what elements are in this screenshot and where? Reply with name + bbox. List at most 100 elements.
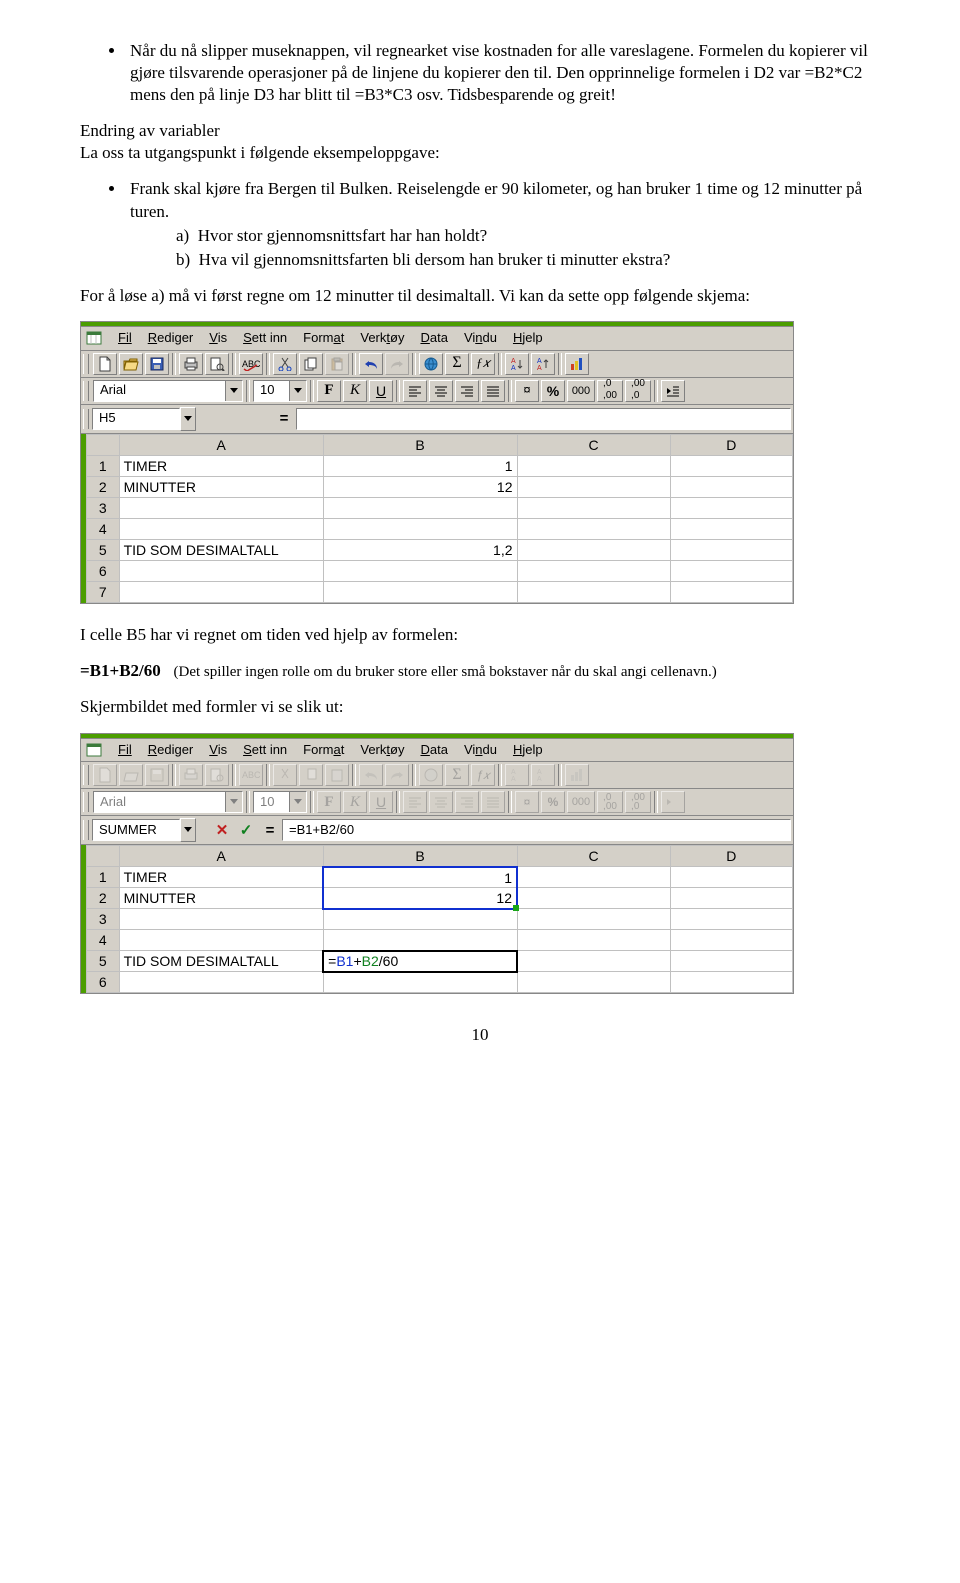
col-header-A[interactable]: A [119,434,323,455]
select-all-corner[interactable] [86,846,119,867]
cell-C7[interactable] [517,581,670,602]
sort-desc-icon[interactable]: AA [531,353,555,375]
cell-A5[interactable]: TID SOM DESIMALTALL [119,951,323,972]
equals-icon[interactable]: = [258,819,282,841]
formula-input[interactable] [296,408,791,430]
cell-C5[interactable] [517,951,670,972]
print-preview-icon[interactable] [205,353,229,375]
row-header-2[interactable]: 2 [86,476,119,497]
accept-formula-icon[interactable]: ✓ [234,819,258,841]
cell-B1[interactable]: 1 [323,455,517,476]
cell-A7[interactable] [119,581,323,602]
row-header-6[interactable]: 6 [86,560,119,581]
menu-settinn[interactable]: Sett inn [236,741,294,760]
cell-B3[interactable] [323,497,517,518]
cancel-formula-icon[interactable]: ✕ [210,819,234,841]
cell-C6[interactable] [517,972,670,993]
cell-C4[interactable] [517,930,670,951]
chevron-down-icon[interactable] [289,381,306,401]
row-header-7[interactable]: 7 [86,581,119,602]
col-header-D[interactable]: D [670,434,792,455]
row-header-4[interactable]: 4 [86,930,119,951]
col-header-A[interactable]: A [119,846,323,867]
cell-C6[interactable] [517,560,670,581]
cell-B2[interactable]: 12 [323,888,517,909]
new-doc-icon[interactable] [93,353,117,375]
cell-C2[interactable] [517,888,670,909]
percent-icon[interactable]: % [541,380,565,402]
cell-A6[interactable] [119,972,323,993]
thousand-sep-icon[interactable]: 000 [567,380,595,402]
cell-B4[interactable] [323,930,517,951]
cell-C3[interactable] [517,497,670,518]
cell-C2[interactable] [517,476,670,497]
currency-icon[interactable]: ¤ [515,380,539,402]
menu-verktoy[interactable]: Verktøy [353,329,411,348]
cell-B1[interactable]: 1 [323,867,517,888]
menu-settinn[interactable]: Sett inn [236,329,294,348]
bold-button[interactable]: F [317,380,341,402]
cell-B5[interactable]: 1,2 [323,539,517,560]
cell-A2[interactable]: MINUTTER [119,476,323,497]
sort-asc-icon[interactable]: AA [505,353,529,375]
cell-D2[interactable] [670,888,792,909]
italic-button[interactable]: K [343,380,367,402]
cell-B6[interactable] [323,972,517,993]
equals-icon[interactable]: = [272,408,296,430]
col-header-C[interactable]: C [517,846,670,867]
menu-format[interactable]: Format [296,741,351,760]
paste-icon[interactable] [325,353,349,375]
cell-D6[interactable] [670,972,792,993]
cell-A4[interactable] [119,518,323,539]
menu-data[interactable]: Data [413,741,454,760]
row-header-1[interactable]: 1 [86,455,119,476]
col-header-B[interactable]: B [323,434,517,455]
decrease-decimal-icon[interactable]: ,00,0 [625,380,651,402]
cell-A3[interactable] [119,497,323,518]
autosum-icon[interactable]: Σ [445,353,469,375]
spellcheck-icon[interactable]: ABC [239,353,263,375]
open-icon[interactable] [119,353,143,375]
col-header-B[interactable]: B [323,846,517,867]
sheet-grid[interactable]: A B C D 1 TIMER 1 2 MINUTTER 12 3 4 [81,845,793,993]
size-combo[interactable]: 10 [253,380,307,402]
row-header-2[interactable]: 2 [86,888,119,909]
cell-D1[interactable] [670,455,792,476]
cell-A1[interactable]: TIMER [119,867,323,888]
cell-reference-box[interactable]: H5 [92,408,180,430]
indent-decrease-icon[interactable] [661,380,685,402]
cell-D5[interactable] [670,951,792,972]
print-icon[interactable] [179,353,203,375]
formula-input[interactable]: =B1+B2/60 [282,819,791,841]
menu-vis[interactable]: Vis [202,329,234,348]
cell-A5[interactable]: TID SOM DESIMALTALL [119,539,323,560]
chart-icon[interactable] [565,353,589,375]
cell-A3[interactable] [119,909,323,930]
menu-rediger[interactable]: Rediger [141,741,201,760]
undo-icon[interactable] [359,353,383,375]
row-header-1[interactable]: 1 [86,867,119,888]
menu-hjelp[interactable]: Hjelp [506,741,550,760]
align-left-icon[interactable] [403,380,427,402]
menu-vindu[interactable]: Vindu [457,741,504,760]
cell-D6[interactable] [670,560,792,581]
copy-icon[interactable] [299,353,323,375]
increase-decimal-icon[interactable]: ,0,00 [597,380,623,402]
row-header-6[interactable]: 6 [86,972,119,993]
cell-D4[interactable] [670,930,792,951]
function-icon[interactable]: ƒ𝑥 [471,353,495,375]
row-header-3[interactable]: 3 [86,497,119,518]
chevron-down-icon[interactable] [180,818,196,842]
cell-C1[interactable] [517,867,670,888]
sheet-grid[interactable]: A B C D 1 TIMER 1 2 MINUTTER 12 3 4 [81,434,793,603]
align-justify-icon[interactable] [481,380,505,402]
font-combo[interactable]: Arial [93,380,243,402]
col-header-D[interactable]: D [670,846,792,867]
cut-icon[interactable] [273,353,297,375]
row-header-5[interactable]: 5 [86,951,119,972]
menu-verktoy[interactable]: Verktøy [353,741,411,760]
align-right-icon[interactable] [455,380,479,402]
chevron-down-icon[interactable] [180,407,196,431]
cell-reference-box[interactable]: SUMMER [92,819,180,841]
cell-D2[interactable] [670,476,792,497]
